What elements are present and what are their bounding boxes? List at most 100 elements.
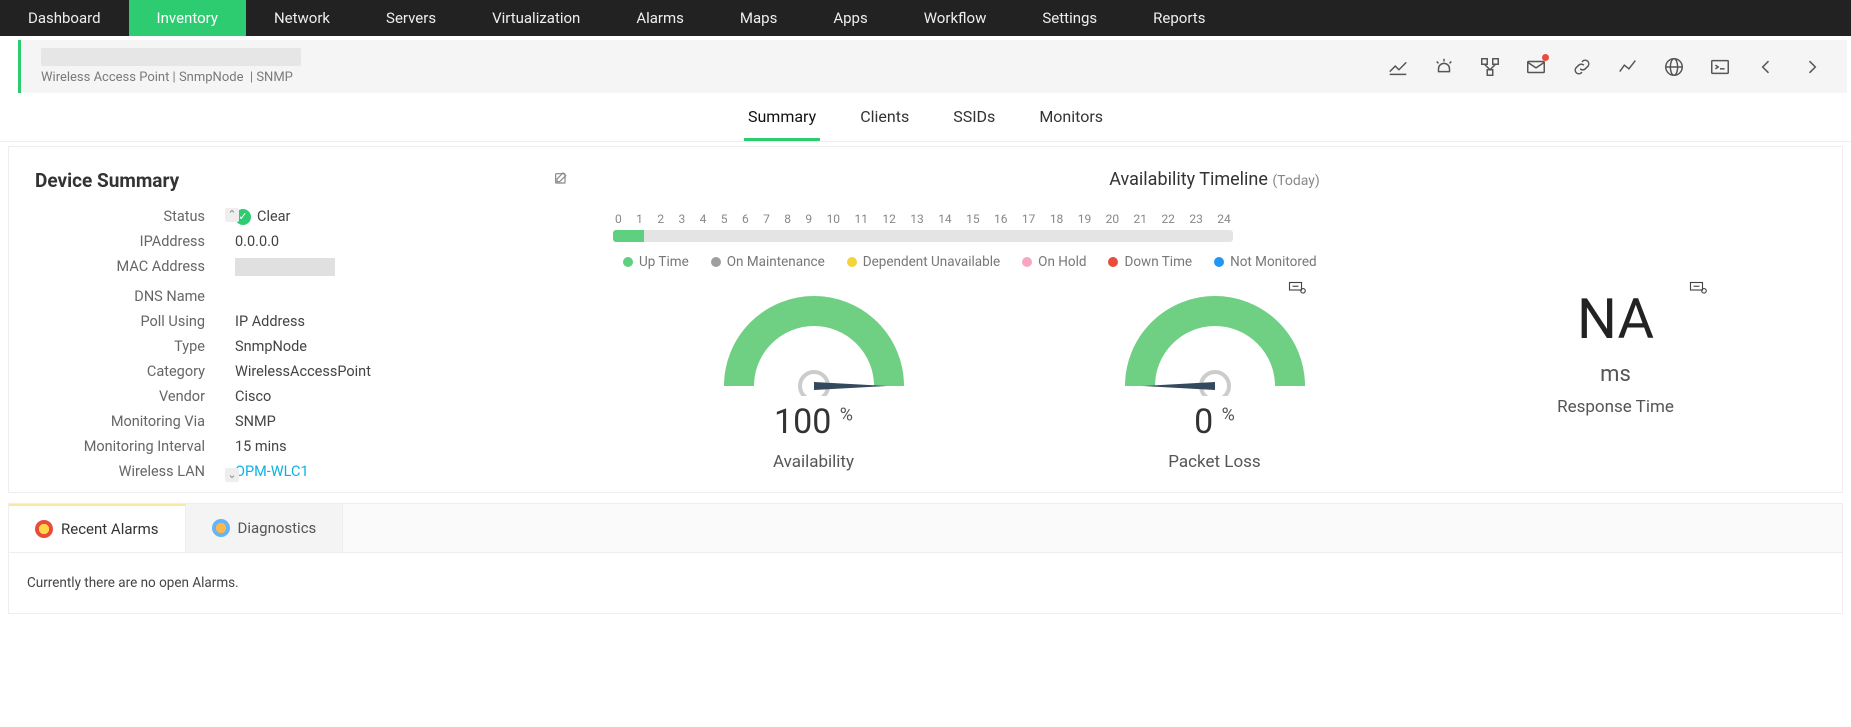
timeline-tick: 20 <box>1106 212 1120 226</box>
nav-network[interactable]: Network <box>246 0 358 36</box>
nav-virtualization[interactable]: Virtualization <box>464 0 608 36</box>
timeline-tick: 0 <box>615 212 622 226</box>
timeline-tick: 1 <box>636 212 643 226</box>
nav-servers[interactable]: Servers <box>358 0 464 36</box>
edit-icon[interactable] <box>553 171 569 191</box>
globe-icon[interactable] <box>1663 56 1685 78</box>
nav-apps[interactable]: Apps <box>805 0 895 36</box>
packetloss-config-icon[interactable] <box>1288 280 1306 298</box>
header-toolbar <box>1387 56 1823 78</box>
legend-item: Down Time <box>1108 254 1192 270</box>
legend-item: Dependent Unavailable <box>847 254 1000 270</box>
timeline-tick: 6 <box>742 212 749 226</box>
bottom-section: Recent Alarms Diagnostics Currently ther… <box>8 503 1843 614</box>
device-name-redacted <box>41 48 301 66</box>
label-category: Category <box>35 363 205 380</box>
availability-label: Availability <box>719 452 909 472</box>
device-subtabs: Summary Clients SSIDs Monitors <box>0 93 1851 142</box>
responsetime-label: Response Time <box>1521 397 1711 417</box>
tab-diagnostics[interactable]: Diagnostics <box>186 504 344 552</box>
legend-dot-icon <box>1108 257 1118 267</box>
timeline-tick: 4 <box>700 212 707 226</box>
tab-ssids[interactable]: SSIDs <box>949 107 999 141</box>
timeline-tick: 8 <box>784 212 791 226</box>
top-nav: Dashboard Inventory Network Servers Virt… <box>0 0 1851 36</box>
timeline-bar <box>613 230 1233 242</box>
availability-title: Availability Timeline <box>1109 169 1268 190</box>
value-pollusing: IP Address <box>235 313 569 330</box>
label-dns: DNS Name <box>35 288 205 305</box>
gauge-availability: 100 % Availability <box>719 286 909 472</box>
timeline-tick: 13 <box>910 212 924 226</box>
legend-dot-icon <box>1022 257 1032 267</box>
next-icon[interactable] <box>1801 56 1823 78</box>
recent-alarms-icon <box>35 520 53 538</box>
main-content: Device Summary ⌃ Status ✓Clear IPAddress… <box>8 146 1843 493</box>
label-monvia: Monitoring Via <box>35 413 205 430</box>
value-vendor: Cisco <box>235 388 569 405</box>
chart-icon[interactable] <box>1387 56 1409 78</box>
tab-clients[interactable]: Clients <box>856 107 913 141</box>
device-header: Wireless Access Point | SnmpNode | SNMP <box>18 40 1847 93</box>
mac-redacted <box>235 258 335 276</box>
timeline-segment <box>613 230 644 242</box>
tab-monitors[interactable]: Monitors <box>1035 107 1107 141</box>
device-summary-title: Device Summary <box>35 169 179 192</box>
availability-range: (Today) <box>1272 173 1319 189</box>
nav-workflow[interactable]: Workflow <box>896 0 1015 36</box>
mail-icon[interactable] <box>1525 56 1547 78</box>
value-moninterval: 15 mins <box>235 438 569 455</box>
label-pollusing: Poll Using <box>35 313 205 330</box>
nav-inventory[interactable]: Inventory <box>129 0 246 36</box>
device-summary-panel: Device Summary ⌃ Status ✓Clear IPAddress… <box>17 161 587 488</box>
device-summary-table: Status ✓Clear IPAddress 0.0.0.0 MAC Addr… <box>35 208 569 480</box>
timeline-tick: 5 <box>721 212 728 226</box>
legend-dot-icon <box>711 257 721 267</box>
timeline-tick: 18 <box>1050 212 1064 226</box>
timeline-tick: 9 <box>805 212 812 226</box>
timeline-legend: Up TimeOn MaintenanceDependent Unavailab… <box>623 254 1816 270</box>
label-mac: MAC Address <box>35 258 205 280</box>
breadcrumb-protocol: SNMP <box>256 70 293 85</box>
legend-dot-icon <box>623 257 633 267</box>
value-mac <box>235 258 569 280</box>
scroll-up-icon[interactable]: ⌃ <box>225 208 239 222</box>
timeline-tick: 22 <box>1161 212 1175 226</box>
prev-icon[interactable] <box>1755 56 1777 78</box>
label-ipaddress: IPAddress <box>35 233 205 250</box>
alarm-icon[interactable] <box>1433 56 1455 78</box>
link-icon[interactable] <box>1571 56 1593 78</box>
timeline-tick: 10 <box>827 212 841 226</box>
label-vendor: Vendor <box>35 388 205 405</box>
breadcrumb: Wireless Access Point | SnmpNode | SNMP <box>41 70 301 85</box>
timeline-tick: 3 <box>678 212 685 226</box>
nav-settings[interactable]: Settings <box>1014 0 1125 36</box>
timeline-tick: 21 <box>1134 212 1148 226</box>
legend-item: On Hold <box>1022 254 1086 270</box>
topology-icon[interactable] <box>1479 56 1501 78</box>
nav-maps[interactable]: Maps <box>712 0 805 36</box>
wlc-link[interactable]: OPM-WLC1 <box>235 463 309 480</box>
gauge-responsetime: NA ms Response Time <box>1521 286 1711 417</box>
tab-summary[interactable]: Summary <box>744 107 820 141</box>
value-ipaddress: 0.0.0.0 <box>235 233 569 250</box>
nav-alarms[interactable]: Alarms <box>608 0 712 36</box>
scroll-down-icon[interactable]: ⌄ <box>225 468 239 482</box>
label-type: Type <box>35 338 205 355</box>
value-status: ✓Clear <box>235 208 569 225</box>
legend-item: On Maintenance <box>711 254 825 270</box>
timeline-tick: 16 <box>994 212 1008 226</box>
nav-reports[interactable]: Reports <box>1125 0 1233 36</box>
graph-icon[interactable] <box>1617 56 1639 78</box>
legend-dot-icon <box>1214 257 1224 267</box>
tab-recent-alarms[interactable]: Recent Alarms <box>9 504 186 552</box>
availability-value: 100 <box>774 402 831 442</box>
nav-dashboard[interactable]: Dashboard <box>0 0 129 36</box>
value-monvia: SNMP <box>235 413 569 430</box>
timeline-tick: 24 <box>1217 212 1231 226</box>
terminal-icon[interactable] <box>1709 56 1731 78</box>
alarms-empty-text: Currently there are no open Alarms. <box>9 553 1842 613</box>
responsetime-config-icon[interactable] <box>1689 280 1707 298</box>
availability-panel: Availability Timeline (Today) 0123456789… <box>595 161 1834 488</box>
breadcrumb-nodetype: SnmpNode <box>179 70 244 85</box>
